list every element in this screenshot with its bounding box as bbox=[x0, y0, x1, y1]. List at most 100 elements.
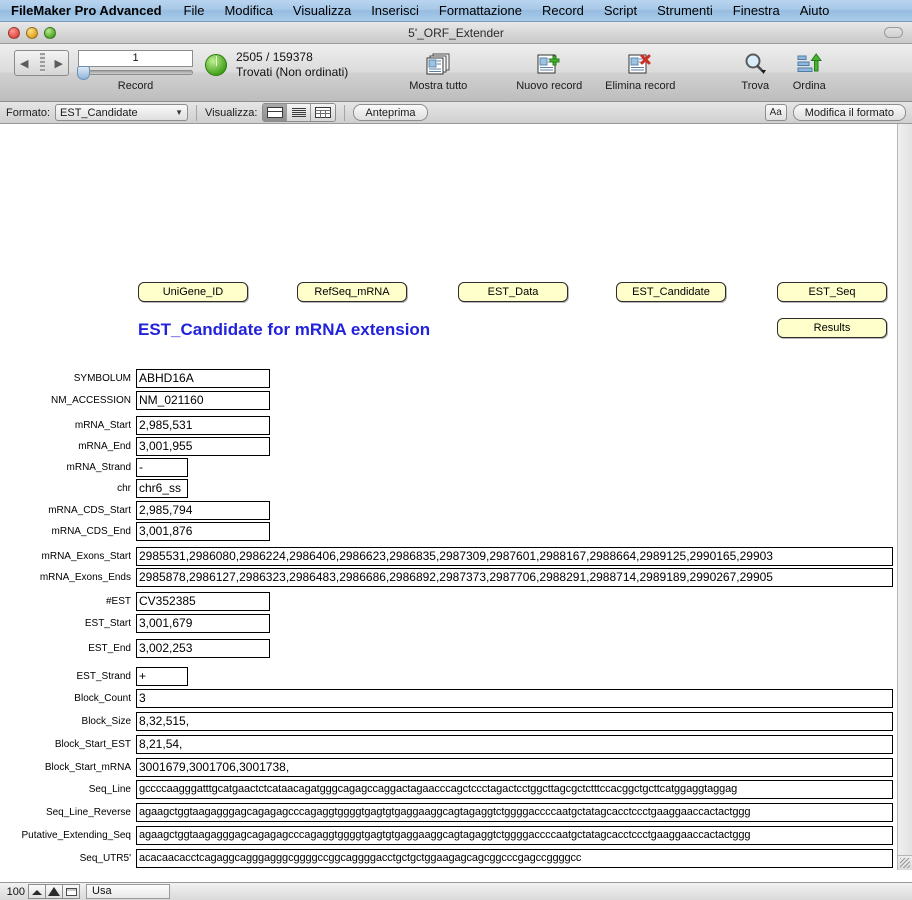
field-label-nm-accession: NM_ACCESSION bbox=[50, 395, 131, 406]
sort-button[interactable]: Ordina bbox=[784, 50, 834, 92]
field-label-seq-line: Seq_Line bbox=[88, 784, 131, 795]
menu-item-script[interactable]: Script bbox=[601, 3, 640, 18]
field-input-mrna-cds-start[interactable]: 2,985,794 bbox=[136, 501, 270, 520]
page-title: EST_Candidate for mRNA extension bbox=[138, 320, 431, 339]
menu-item-visualizza[interactable]: Visualizza bbox=[290, 3, 354, 18]
layout-select[interactable]: EST_Candidate ▼ bbox=[55, 104, 189, 121]
menu-item-aiuto[interactable]: Aiuto bbox=[797, 3, 833, 18]
field-input-seq-utr5[interactable]: acacaacacctcagaggcagggagggcggggccggcaggg… bbox=[136, 849, 893, 868]
menu-app-name[interactable]: FileMaker Pro Advanced bbox=[6, 3, 167, 18]
field-input-mrna-start[interactable]: 2,985,531 bbox=[136, 416, 270, 435]
menu-item-file[interactable]: File bbox=[181, 3, 208, 18]
view-mode-label: Visualizza: bbox=[205, 106, 258, 119]
field-input-block-size[interactable]: 8,32,515, bbox=[136, 712, 893, 731]
menu-item-finestra[interactable]: Finestra bbox=[730, 3, 783, 18]
field-input-symbolum[interactable]: ABHD16A bbox=[136, 369, 270, 388]
tab-button-refseq-mrna[interactable]: RefSeq_mRNA bbox=[297, 282, 407, 302]
field-input-est-start[interactable]: 3,001,679 bbox=[136, 614, 270, 633]
next-record-icon[interactable]: ▶ bbox=[50, 57, 68, 70]
field-input-nm-accession[interactable]: NM_021160 bbox=[136, 391, 270, 410]
field-label-mrna-cds-start: mRNA_CDS_Start bbox=[48, 505, 131, 516]
window-title-bar: 5'_ORF_Extender bbox=[0, 22, 912, 44]
field-input-seq-line-reverse[interactable]: agaagctggtaagagggagcagagagcccagaggtggggt… bbox=[136, 803, 893, 822]
layout-canvas: UniGene_ID RefSeq_mRNA EST_Data EST_Candida… bbox=[0, 124, 893, 870]
zoom-in-icon[interactable] bbox=[45, 884, 63, 899]
field-input-mrna-cds-end[interactable]: 3,001,876 bbox=[136, 522, 270, 541]
field-input-mrna-exons-start[interactable]: 2985531,2986080,2986224,2986406,2986623,… bbox=[136, 547, 893, 566]
show-all-label: Mostra tutto bbox=[409, 80, 468, 92]
field-input-est-end[interactable]: 3,002,253 bbox=[136, 639, 270, 658]
field-label-seq-utr5: Seq_UTR5' bbox=[79, 853, 131, 864]
field-input-seq-line[interactable]: gccccaagggatttgcatgaactctcataacagatgggca… bbox=[136, 780, 893, 799]
field-input-block-start-mrna[interactable]: 3001679,3001706,3001738, bbox=[136, 758, 893, 777]
zoom-out-icon[interactable] bbox=[28, 884, 46, 899]
results-button[interactable]: Results bbox=[777, 318, 887, 338]
field-label-block-count: Block_Count bbox=[74, 693, 131, 704]
menu-item-inserisci[interactable]: Inserisci bbox=[368, 3, 422, 18]
show-all-icon bbox=[425, 50, 451, 78]
field-input-mrna-exons-ends[interactable]: 2985878,2986127,2986323,2986483,2986686,… bbox=[136, 568, 893, 587]
record-slider[interactable] bbox=[77, 66, 193, 80]
resize-grip-icon[interactable] bbox=[897, 855, 912, 870]
layout-canvas-area: UniGene_ID RefSeq_mRNA EST_Data EST_Candida… bbox=[0, 124, 912, 870]
divider bbox=[196, 104, 198, 121]
new-record-button[interactable]: Nuovo record bbox=[506, 50, 592, 92]
field-label-est-end: EST_End bbox=[88, 643, 131, 654]
show-all-button[interactable]: Mostra tutto bbox=[390, 50, 486, 92]
field-label-symbolum: SYMBOLUM bbox=[73, 373, 131, 384]
mac-menu-bar: FileMaker Pro Advanced File Modifica Vis… bbox=[0, 0, 912, 22]
layout-bar-label: Formato: bbox=[6, 106, 51, 119]
record-number-input[interactable]: 1 bbox=[78, 50, 193, 67]
menu-item-strumenti[interactable]: Strumenti bbox=[654, 3, 716, 18]
mode-indicator[interactable]: Usa bbox=[86, 884, 170, 899]
field-input-est-strand[interactable]: + bbox=[136, 667, 188, 686]
tab-button-est-data[interactable]: EST_Data bbox=[458, 282, 568, 302]
text-format-button[interactable]: Aa bbox=[764, 104, 787, 121]
toolbar-toggle-icon[interactable] bbox=[884, 27, 903, 38]
view-form-icon[interactable] bbox=[263, 104, 288, 121]
record-slider-thumb[interactable] bbox=[77, 66, 90, 80]
field-label--est: #EST bbox=[105, 596, 131, 607]
field-input-block-count[interactable]: 3 bbox=[136, 689, 893, 708]
find-button[interactable]: Trova bbox=[732, 50, 778, 92]
menu-item-modifica[interactable]: Modifica bbox=[221, 3, 275, 18]
tab-button-unigene-id[interactable]: UniGene_ID bbox=[138, 282, 248, 302]
field-label-putative-extending-seq: Putative_Extending_Seq bbox=[21, 830, 131, 841]
field-input-putative-extending-seq[interactable]: agaagctggtaagagggagcagagagcccagaggtggggt… bbox=[136, 826, 893, 845]
field-input-mrna-strand[interactable]: - bbox=[136, 458, 188, 477]
delete-record-icon bbox=[627, 50, 653, 78]
found-set-pie-icon bbox=[205, 54, 227, 76]
record-label: Record bbox=[117, 80, 154, 92]
field-label-est-start: EST_Start bbox=[84, 618, 131, 629]
field-input--est[interactable]: CV352385 bbox=[136, 592, 270, 611]
field-input-block-start-est[interactable]: 8,21,54, bbox=[136, 735, 893, 754]
record-book-icon[interactable]: ◀ ▶ bbox=[14, 50, 69, 76]
tab-button-est-candidate[interactable]: EST_Candidate bbox=[616, 282, 726, 302]
divider-2 bbox=[344, 104, 346, 121]
view-list-icon[interactable] bbox=[287, 104, 312, 121]
tab-button-est-seq[interactable]: EST_Seq bbox=[777, 282, 887, 302]
previous-record-icon[interactable]: ◀ bbox=[15, 57, 33, 70]
field-input-mrna-end[interactable]: 3,001,955 bbox=[136, 437, 270, 456]
field-input-chr[interactable]: chr6_ss bbox=[136, 479, 188, 498]
sort-label: Ordina bbox=[792, 80, 826, 92]
field-label-mrna-start: mRNA_Start bbox=[74, 420, 131, 431]
magnifier-icon bbox=[742, 50, 768, 78]
view-table-icon[interactable] bbox=[311, 104, 336, 121]
layout-select-value: EST_Candidate bbox=[60, 106, 138, 119]
found-set-status: 2505 / 159378 Trovati (Non ordinati) bbox=[236, 50, 348, 80]
menu-item-record[interactable]: Record bbox=[539, 3, 587, 18]
field-label-mrna-strand: mRNA_Strand bbox=[66, 462, 131, 473]
view-mode-segmented[interactable] bbox=[262, 103, 337, 122]
zoom-level: 100 bbox=[6, 885, 25, 898]
field-label-mrna-exons-ends: mRNA_Exons_Ends bbox=[39, 572, 131, 583]
new-record-label: Nuovo record bbox=[516, 80, 583, 92]
found-sort-status: Trovati (Non ordinati) bbox=[236, 65, 349, 79]
status-area-toggle-icon[interactable] bbox=[62, 884, 80, 899]
found-count: 2505 / 159378 bbox=[236, 50, 313, 64]
vertical-scrollbar[interactable] bbox=[897, 124, 912, 855]
menu-item-formattazione[interactable]: Formattazione bbox=[436, 3, 525, 18]
delete-record-button[interactable]: Elimina record bbox=[592, 50, 688, 92]
preview-button[interactable]: Anteprima bbox=[353, 104, 428, 121]
edit-layout-button[interactable]: Modifica il formato bbox=[792, 104, 906, 121]
